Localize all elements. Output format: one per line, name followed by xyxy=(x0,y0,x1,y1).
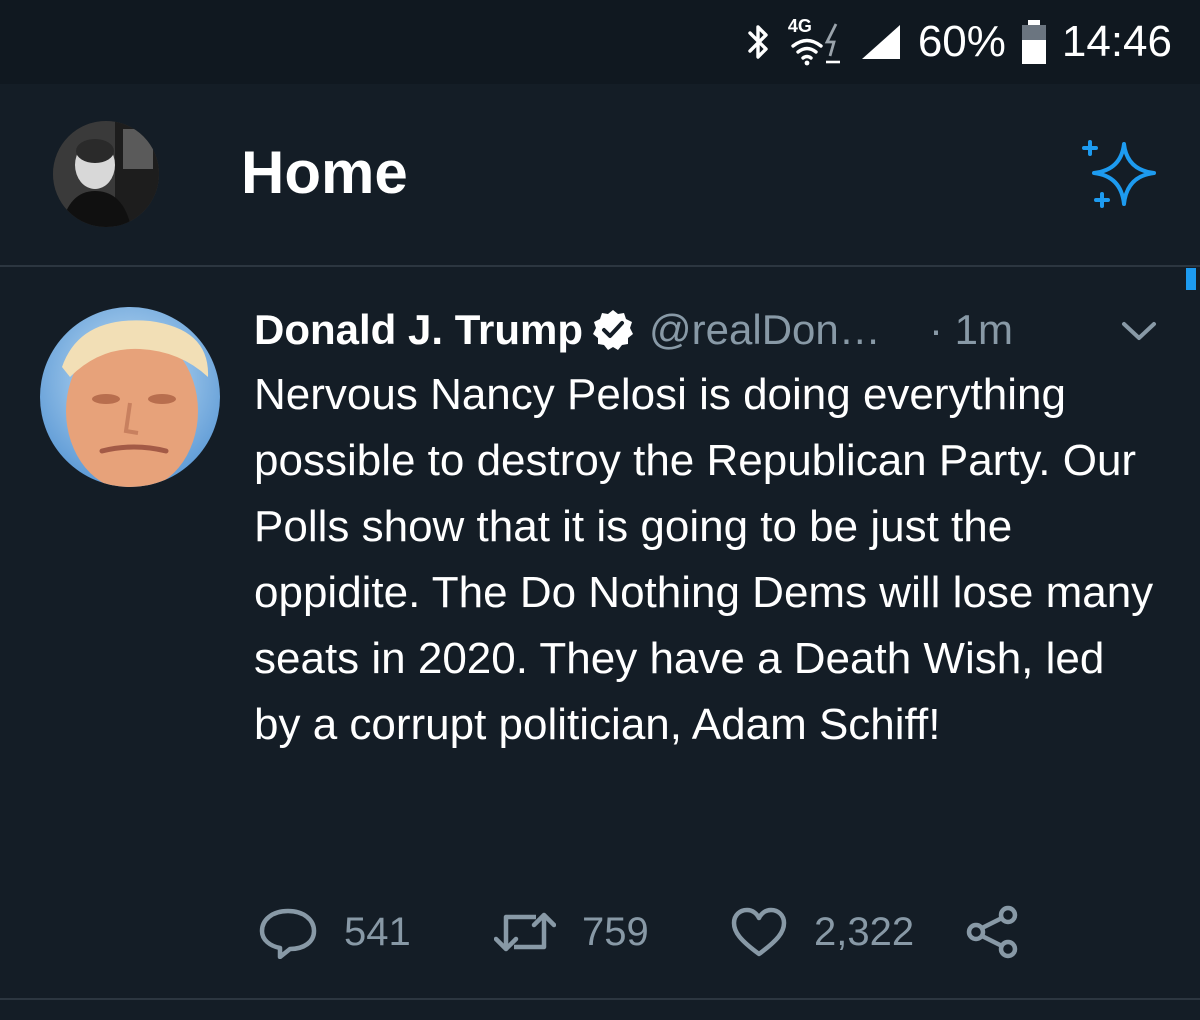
tweet-header: Donald J. Trump @realDon… · 1m xyxy=(254,302,1174,358)
status-bar: 4G 60% 14:46 xyxy=(0,0,1200,84)
tweet-divider xyxy=(0,998,1200,1000)
clock: 14:46 xyxy=(1061,17,1172,66)
status-bar-indicators: 4G 60% 14:46 xyxy=(746,14,1172,70)
retweet-count: 759 xyxy=(582,909,649,954)
network-type-label: 4G xyxy=(787,16,812,36)
retweet-button[interactable]: 759 xyxy=(494,900,649,964)
tweet-action-bar: 541 759 2,322 xyxy=(258,900,1058,964)
reply-button[interactable]: 541 xyxy=(258,900,411,964)
chevron-down-icon[interactable] xyxy=(1116,312,1162,348)
tweet-body: Nervous Nancy Pelosi is doing everything… xyxy=(254,370,1154,749)
reply-count: 541 xyxy=(344,909,411,954)
verified-badge-icon xyxy=(593,310,634,350)
app-header xyxy=(0,84,1200,265)
heart-icon xyxy=(731,907,787,957)
battery-percentage: 60% xyxy=(917,17,1006,66)
retweet-icon xyxy=(494,912,556,952)
profile-photo xyxy=(53,121,159,227)
sparkle-icon[interactable] xyxy=(1078,138,1160,210)
scroll-indicator xyxy=(1186,268,1196,290)
profile-avatar[interactable] xyxy=(53,121,159,227)
bluetooth-icon xyxy=(748,25,768,59)
page-title: Home xyxy=(241,139,408,206)
tweet-author-avatar[interactable] xyxy=(40,307,220,487)
wifi-4g-icon: 4G xyxy=(786,16,844,68)
like-button[interactable]: 2,322 xyxy=(730,900,914,964)
author-photo xyxy=(40,307,220,487)
like-count: 2,322 xyxy=(814,909,915,954)
share-button[interactable] xyxy=(964,900,1020,964)
reply-icon xyxy=(259,908,317,959)
header-divider xyxy=(0,265,1200,267)
data-transfer-icon xyxy=(824,23,840,64)
wifi-icon xyxy=(791,38,823,66)
author-handle[interactable]: @realDon… xyxy=(649,306,899,354)
author-name[interactable]: Donald J. Trump xyxy=(254,306,583,354)
share-icon xyxy=(966,905,1018,959)
battery-icon xyxy=(1021,20,1046,64)
tweet-timestamp[interactable]: · 1m xyxy=(929,306,1013,354)
signal-icon xyxy=(861,25,900,59)
